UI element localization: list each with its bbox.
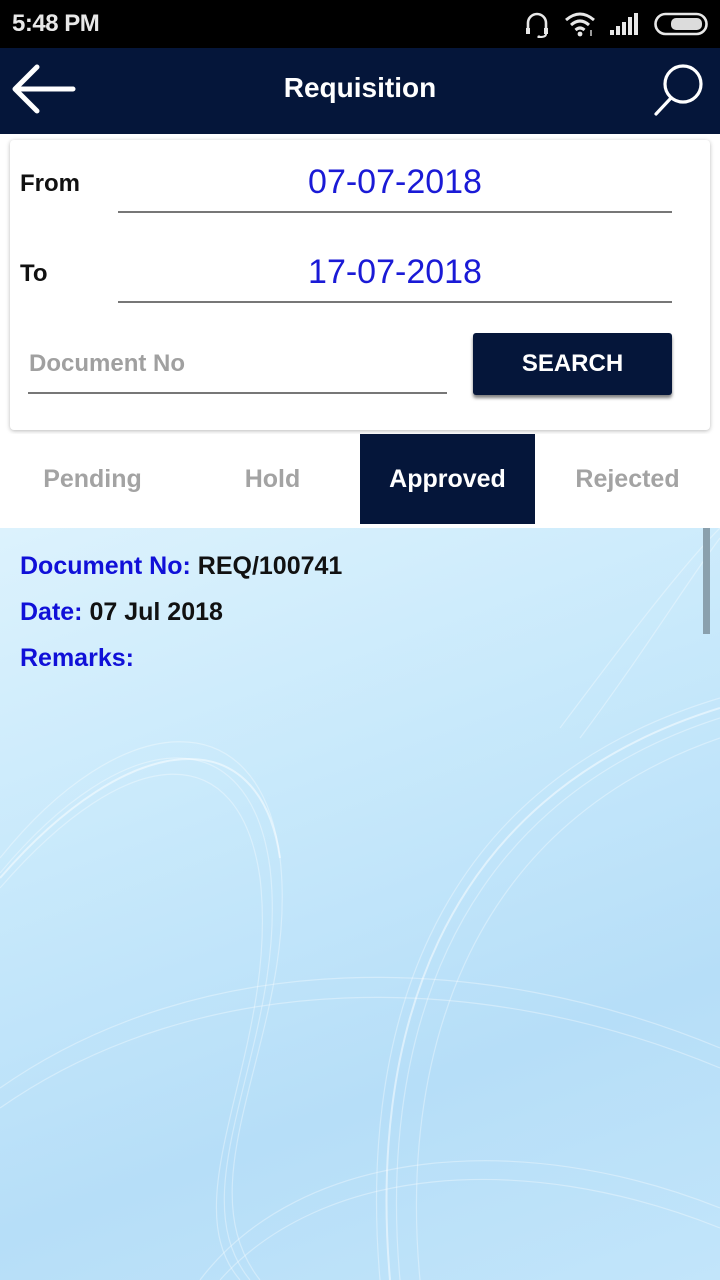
date-value: 07 Jul 2018 [89,598,223,626]
search-submit-button[interactable]: SEARCH [473,333,672,395]
page-title: Requisition [283,72,437,103]
status-tabs: Pending Hold Approved Rejected [0,434,720,524]
app-bar: Requisition [0,48,720,134]
tab-hold[interactable]: Hold [185,434,360,524]
filter-card: From 07-07-2018 To 17-07-2018 SEARCH [10,140,710,430]
to-label: To [20,260,48,287]
search-icon [650,62,706,123]
document-no-label: Document No: [20,552,191,580]
date-row: Date: 07 Jul 2018 [20,592,680,638]
tab-approved[interactable]: Approved [360,434,535,524]
tab-rejected[interactable]: Rejected [535,434,720,524]
from-date-field[interactable]: 07-07-2018 [118,157,672,213]
date-label: Date: [20,598,83,626]
headphones-icon [524,10,550,38]
signal-icon [610,12,640,36]
search-button[interactable] [648,62,708,122]
remarks-label: Remarks: [20,644,134,672]
list-item[interactable]: Document No: REQ/100741 Date: 07 Jul 201… [20,546,680,684]
results-list: Document No: REQ/100741 Date: 07 Jul 201… [0,528,720,1280]
document-no-row: Document No: REQ/100741 [20,546,680,592]
tab-pending[interactable]: Pending [0,434,185,524]
remarks-row: Remarks: [20,638,680,684]
from-label: From [20,170,80,197]
status-time: 5:48 PM [12,10,100,37]
battery-icon [654,12,708,36]
status-bar: 5:48 PM [0,0,720,48]
to-date-field[interactable]: 17-07-2018 [118,247,672,303]
document-no-value: REQ/100741 [197,552,343,580]
status-icons [524,10,708,38]
scrollbar[interactable] [703,528,710,634]
wifi-icon [564,11,596,37]
document-no-input[interactable] [28,336,447,394]
